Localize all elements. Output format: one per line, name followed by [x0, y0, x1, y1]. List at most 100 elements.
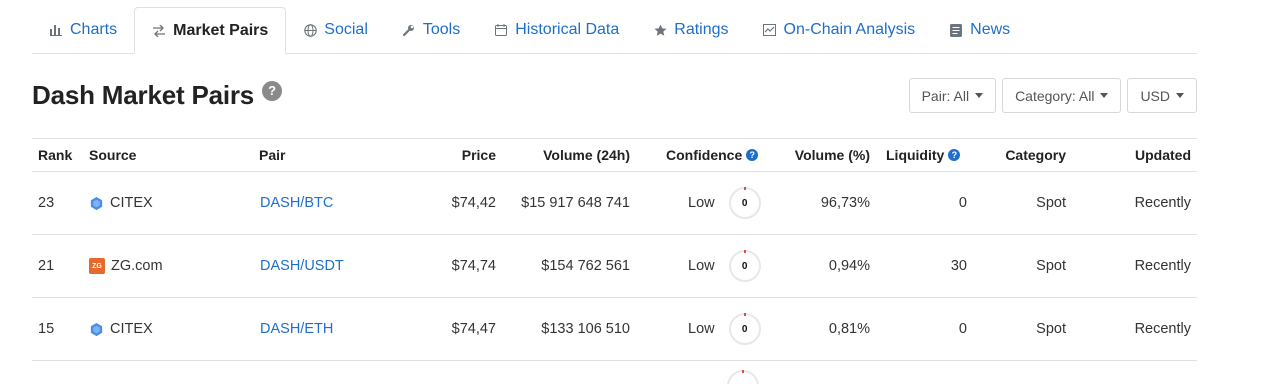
- volume-cell: $133 106 510: [541, 321, 630, 337]
- globe-icon: [303, 23, 317, 37]
- rank-cell: 21: [38, 258, 55, 274]
- header-updated[interactable]: Updated: [1135, 139, 1191, 171]
- liquidity-cell: 30: [950, 258, 967, 274]
- header-price[interactable]: Price: [462, 139, 496, 171]
- tab-label: Historical Data: [515, 21, 620, 38]
- header-pair[interactable]: Pair: [259, 139, 285, 171]
- confidence-score-gauge: [727, 370, 759, 384]
- table-row: 15 CITEX DASH/ETH $74,47 $133 106 510 Lo…: [32, 298, 1197, 361]
- confidence-score-gauge: 0: [728, 187, 761, 219]
- source-name: CITEX: [110, 195, 153, 211]
- tab-label: Market Pairs: [173, 21, 269, 39]
- volume-cell: $15 917 648 741: [521, 195, 630, 211]
- zg-logo-icon: ZG: [89, 258, 105, 274]
- page-title: Dash Market Pairs: [32, 80, 255, 110]
- source-cell[interactable]: CITEX: [89, 298, 153, 360]
- updated-cell: Recently: [1134, 321, 1191, 337]
- header-rank[interactable]: Rank: [38, 139, 72, 171]
- confidence-cell: Low 0: [688, 298, 761, 360]
- source-cell[interactable]: ZG ZG.com: [89, 235, 163, 297]
- header-category[interactable]: Category: [1005, 139, 1066, 171]
- confidence-label: Low: [688, 258, 715, 274]
- header-volume-pct[interactable]: Volume (%): [795, 139, 870, 171]
- newspaper-icon: [949, 23, 963, 37]
- category-cell: Spot: [1036, 195, 1066, 211]
- tab-news[interactable]: News: [932, 7, 1027, 53]
- tab-charts[interactable]: Charts: [32, 7, 134, 53]
- help-icon[interactable]: ?: [262, 80, 283, 101]
- tab-label: Social: [324, 21, 368, 38]
- category-filter-label: Category: All: [1015, 87, 1095, 104]
- confidence-score-gauge: 0: [728, 313, 761, 345]
- price-cell: $74,42: [451, 195, 496, 211]
- caret-down-icon: [1176, 93, 1184, 98]
- exchange-arrows-icon: [152, 24, 166, 38]
- updated-cell: Recently: [1134, 258, 1191, 274]
- category-filter-dropdown[interactable]: Category: All: [1002, 78, 1122, 113]
- caret-down-icon: [975, 93, 984, 98]
- header-volume[interactable]: Volume (24h): [543, 139, 630, 171]
- help-icon[interactable]: ?: [948, 149, 961, 161]
- source-cell[interactable]: CITEX: [89, 172, 153, 234]
- pair-link[interactable]: DASH/ETH: [260, 298, 333, 360]
- header-confidence-label: Confidence: [666, 147, 743, 163]
- tab-label: Charts: [70, 21, 118, 38]
- tab-on-chain-analysis[interactable]: On-Chain Analysis: [746, 7, 933, 53]
- pair-link[interactable]: DASH/USDT: [260, 235, 344, 297]
- price-cell: $74,47: [451, 321, 496, 337]
- tab-social[interactable]: Social: [286, 7, 385, 53]
- confidence-label: Low: [688, 321, 715, 337]
- tab-label: Ratings: [674, 21, 729, 38]
- header-liquidity-label: Liquidity: [886, 147, 945, 163]
- pair-filter-label: Pair: All: [921, 87, 970, 104]
- volume-pct-cell: 0,94%: [828, 258, 870, 274]
- volume-pct-cell: 96,73%: [820, 195, 870, 211]
- tab-label: Tools: [422, 21, 461, 38]
- market-pairs-table: Rank Source Pair Price Volume (24h) Conf…: [32, 138, 1197, 361]
- category-cell: Spot: [1036, 258, 1066, 274]
- tab-label: News: [970, 21, 1011, 38]
- rank-cell: 15: [38, 321, 55, 337]
- citex-logo-icon: [90, 322, 103, 336]
- header-confidence[interactable]: Confidence?: [666, 139, 759, 171]
- source-name: ZG.com: [111, 258, 163, 274]
- price-cell: $74,74: [451, 258, 496, 274]
- liquidity-cell: 0: [958, 195, 967, 211]
- table-row: 21 ZG ZG.com DASH/USDT $74,74 $154 762 5…: [32, 235, 1197, 298]
- tab-market-pairs[interactable]: Market Pairs: [134, 7, 287, 54]
- confidence-cell: Low 0: [688, 235, 761, 297]
- category-cell: Spot: [1036, 321, 1066, 337]
- table-header: Rank Source Pair Price Volume (24h) Conf…: [32, 138, 1197, 172]
- liquidity-cell: 0: [958, 321, 967, 337]
- tab-ratings[interactable]: Ratings: [636, 7, 745, 53]
- line-chart-icon: [763, 23, 777, 37]
- star-icon: [653, 23, 667, 37]
- tab-label: On-Chain Analysis: [783, 21, 916, 38]
- tab-bar: Charts Market Pairs Social Tools Histori…: [32, 7, 1197, 54]
- header-source[interactable]: Source: [89, 139, 136, 171]
- volume-pct-cell: 0,81%: [828, 321, 870, 337]
- confidence-label: Low: [688, 195, 715, 211]
- confidence-cell: Low 0: [688, 172, 761, 234]
- pair-filter-dropdown[interactable]: Pair: All: [908, 78, 997, 113]
- volume-cell: $154 762 561: [541, 258, 630, 274]
- currency-dropdown[interactable]: USD: [1127, 78, 1197, 113]
- updated-cell: Recently: [1134, 195, 1191, 211]
- confidence-score-gauge: 0: [728, 250, 761, 282]
- source-name: CITEX: [110, 321, 153, 337]
- calendar-icon: [494, 23, 508, 37]
- tab-historical-data[interactable]: Historical Data: [477, 7, 636, 53]
- page-heading: Dash Market Pairs ?: [32, 80, 283, 111]
- tab-tools[interactable]: Tools: [385, 7, 477, 53]
- bar-chart-icon: [49, 23, 63, 37]
- table-row: 23 CITEX DASH/BTC $74,42 $15 917 648 741…: [32, 172, 1197, 235]
- caret-down-icon: [1100, 93, 1109, 98]
- wrench-icon: [402, 23, 416, 37]
- pair-link[interactable]: DASH/BTC: [260, 172, 333, 234]
- filter-group: Pair: All Category: All USD: [908, 78, 1197, 113]
- header-liquidity[interactable]: Liquidity?: [886, 139, 961, 171]
- citex-logo-icon: [90, 196, 103, 210]
- help-icon[interactable]: ?: [746, 149, 759, 161]
- rank-cell: 23: [38, 195, 55, 211]
- currency-label: USD: [1140, 87, 1170, 104]
